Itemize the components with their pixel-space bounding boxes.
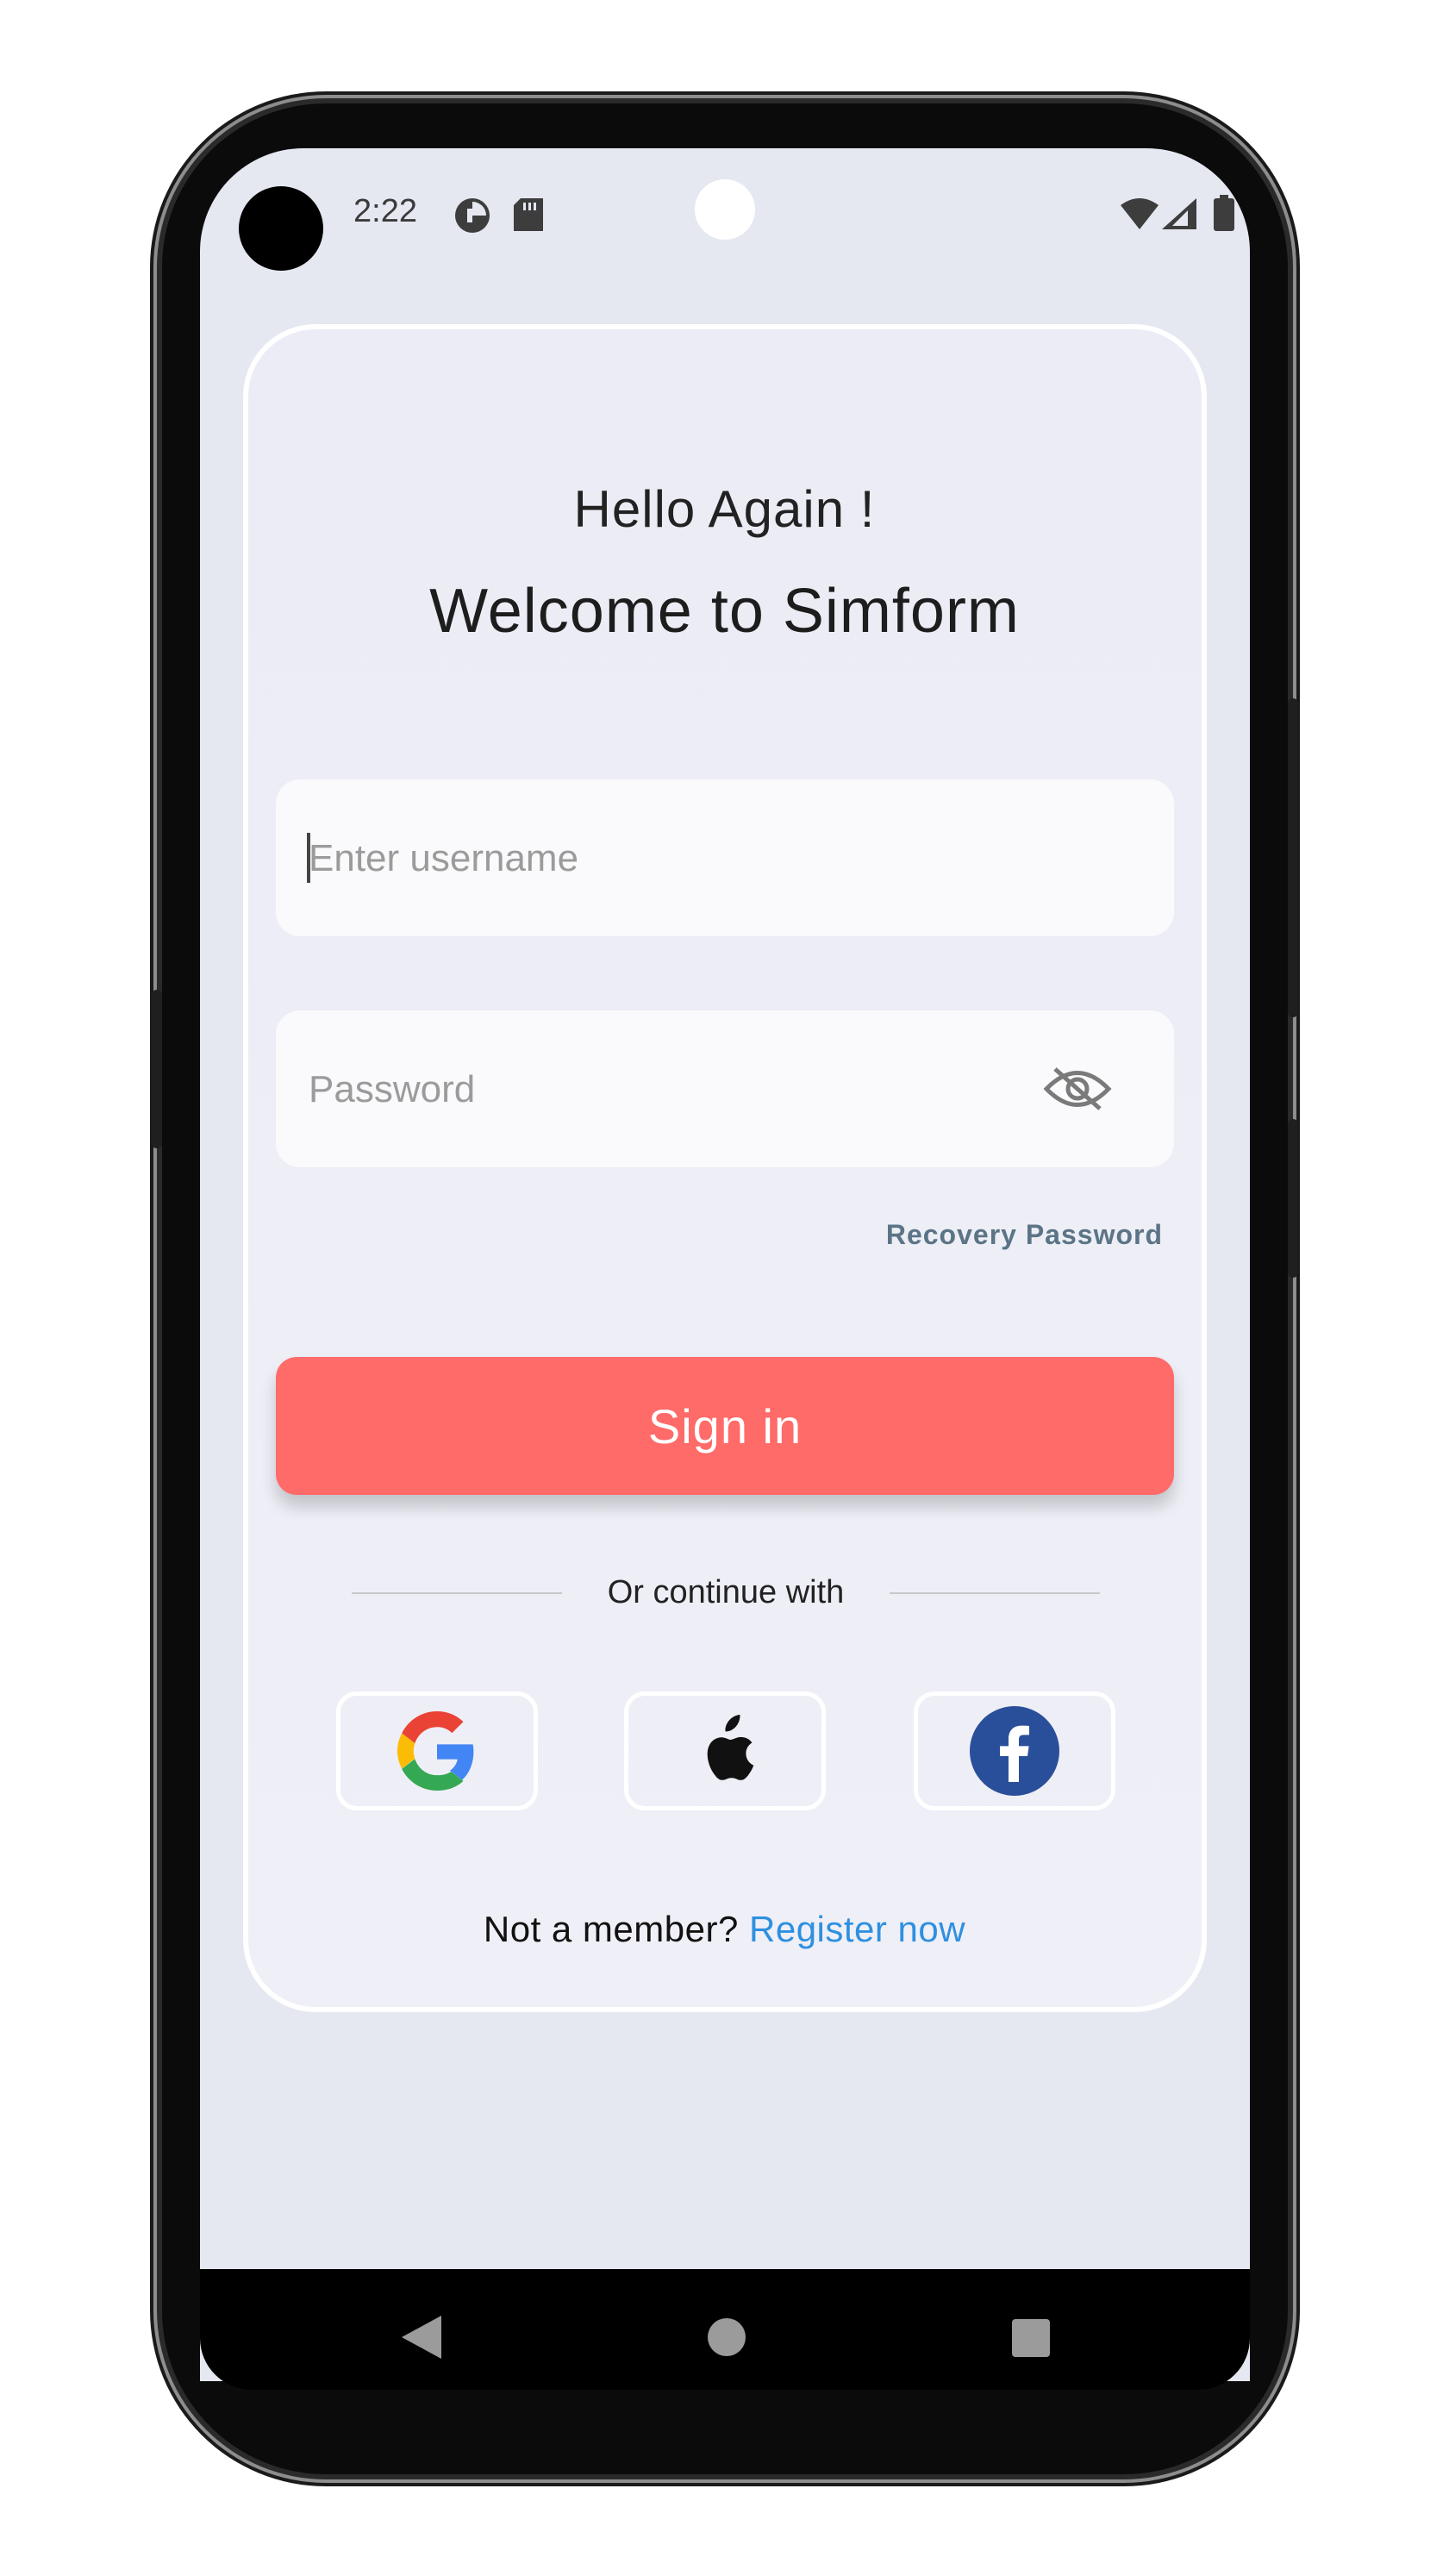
password-input[interactable] xyxy=(307,1010,1052,1169)
welcome-title: Welcome to Simform xyxy=(429,577,1020,646)
google-icon xyxy=(397,1711,474,1791)
facebook-login-button[interactable] xyxy=(914,1691,1115,1810)
apple-icon xyxy=(707,1715,754,1780)
data-saver-icon xyxy=(455,198,490,233)
power-button xyxy=(1288,698,1298,1017)
proximity-sensor xyxy=(695,179,755,240)
username-field[interactable] xyxy=(276,779,1174,938)
recovery-password-link[interactable]: Recovery Password xyxy=(886,1219,1163,1251)
text-cursor xyxy=(307,833,310,883)
google-login-button[interactable] xyxy=(336,1691,538,1810)
recents-icon[interactable] xyxy=(1012,2319,1050,2357)
divider-line-right xyxy=(890,1592,1100,1594)
signal-icon xyxy=(1162,198,1196,229)
back-icon[interactable] xyxy=(402,2316,441,2359)
home-icon[interactable] xyxy=(707,2317,746,2357)
battery-icon xyxy=(1214,195,1234,231)
facebook-icon xyxy=(970,1706,1059,1796)
apple-login-button[interactable] xyxy=(624,1691,826,1810)
username-input[interactable] xyxy=(307,779,1052,938)
volume-button xyxy=(152,990,162,1148)
greeting-text: Hello Again ! xyxy=(573,480,876,538)
social-divider: Or continue with xyxy=(352,1569,1100,1617)
wifi-icon xyxy=(1121,198,1159,229)
register-now-link[interactable]: Register now xyxy=(749,1909,965,1949)
visibility-off-icon[interactable] xyxy=(1043,1066,1112,1112)
front-camera xyxy=(239,186,323,271)
status-time: 2:22 xyxy=(353,193,417,229)
sign-in-button[interactable]: Sign in xyxy=(276,1357,1174,1495)
not-member-text: Not a member? xyxy=(483,1909,739,1949)
password-field[interactable] xyxy=(276,1010,1174,1169)
side-button xyxy=(1288,1119,1298,1278)
sd-card-icon xyxy=(514,198,543,231)
register-row: Not a member? Register now xyxy=(0,1909,1449,1950)
